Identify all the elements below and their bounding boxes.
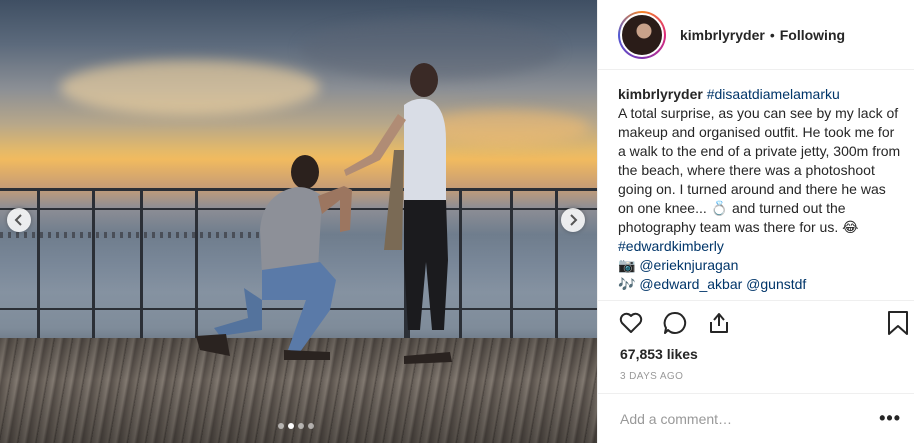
caption-hashtag-line: #edwardkimberly xyxy=(618,237,903,256)
post-date[interactable]: 3 DAYS AGO xyxy=(620,371,683,382)
comment-bar: ••• xyxy=(598,393,914,443)
more-options-button[interactable]: ••• xyxy=(879,408,901,429)
likes-count[interactable]: 67,853 likes xyxy=(620,346,698,362)
follow-button[interactable]: Following xyxy=(780,27,845,43)
music-credit-line: 🎶 @edward_akbar @gunstdf xyxy=(618,275,903,294)
couple-figures xyxy=(196,63,452,364)
mention-link[interactable]: @erieknjuragan xyxy=(639,257,738,273)
actions-divider xyxy=(598,300,914,301)
carousel-prev-button[interactable] xyxy=(7,208,31,232)
caption-username[interactable]: kimbrlyryder xyxy=(618,86,703,102)
separator: • xyxy=(769,26,775,43)
carousel-dot-active xyxy=(288,423,294,429)
carousel-dot xyxy=(308,423,314,429)
action-icons xyxy=(618,310,732,336)
camera-icon: 📷 xyxy=(618,257,636,273)
avatar-image xyxy=(620,12,664,57)
mention-link[interactable]: @gunstdf xyxy=(746,276,806,292)
comment-input[interactable] xyxy=(620,410,880,427)
post-photo[interactable] xyxy=(0,0,597,443)
chevron-right-icon xyxy=(570,214,578,226)
save-button[interactable] xyxy=(886,310,910,341)
caption-line: kimbrlyryder #disaatdiamelamarku xyxy=(618,85,903,104)
post-header: kimbrlyryder • Following xyxy=(598,0,914,70)
caption-body: A total surprise, as you can see by my l… xyxy=(618,105,901,235)
carousel-next-button[interactable] xyxy=(561,208,585,232)
post-caption: kimbrlyryder #disaatdiamelamarku A total… xyxy=(618,85,903,299)
share-icon[interactable] xyxy=(706,310,732,336)
mention-link[interactable]: @edward_akbar xyxy=(639,276,742,292)
carousel-dot xyxy=(278,423,284,429)
carousel-dot xyxy=(298,423,304,429)
hashtag-link[interactable]: #edwardkimberly xyxy=(618,238,724,254)
comment-icon[interactable] xyxy=(662,310,688,336)
author-username[interactable]: kimbrlyryder xyxy=(680,27,765,43)
music-icon: 🎶 xyxy=(618,276,636,292)
hashtag-link[interactable]: #disaatdiamelamarku xyxy=(707,86,840,102)
post-side-panel: kimbrlyryder • Following kimbrlyryder #d… xyxy=(597,0,914,443)
bookmark-icon xyxy=(888,311,908,335)
carousel-indicator xyxy=(278,423,314,429)
avatar[interactable] xyxy=(618,10,666,59)
chevron-left-icon xyxy=(14,214,22,226)
photo-credit-line: 📷 @erieknjuragan xyxy=(618,256,903,275)
heart-icon[interactable] xyxy=(618,310,644,336)
